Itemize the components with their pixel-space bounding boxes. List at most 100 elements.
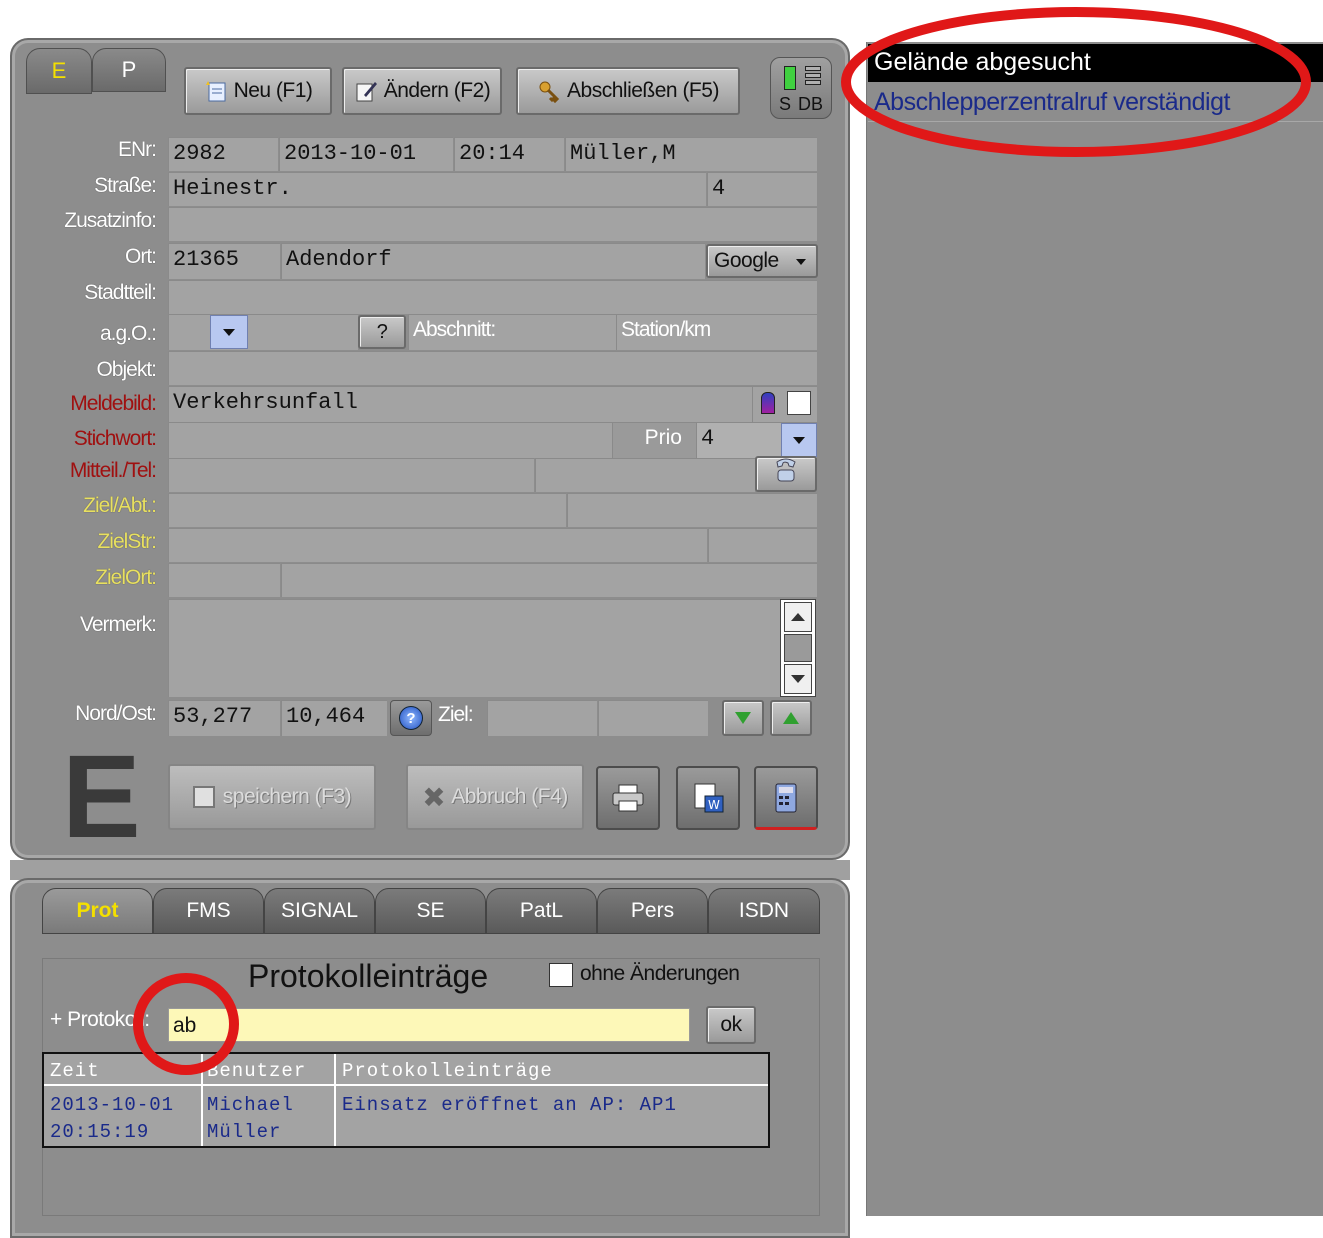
tab-se-label: SE (416, 899, 445, 922)
suggestion-label: Abschlepperzentralruf verständigt (874, 88, 1230, 116)
vermerk-scrollbar[interactable] (780, 599, 816, 697)
status-indicator: S DB (770, 57, 832, 119)
ziel-coord-label: Ziel: (438, 703, 474, 726)
protocol-input[interactable]: ab (168, 1008, 690, 1042)
mitteiler-field[interactable] (168, 458, 534, 492)
label-stadtteil: Stadtteil: (84, 281, 157, 304)
form-labels: ENr: Straße: Zusatzinfo: Ort: Stadtteil:… (30, 0, 157, 740)
prio-label: Prio (644, 426, 682, 449)
zielstr-field[interactable] (168, 528, 707, 562)
table-row[interactable]: 2013-10-01 20:15:19 Michael Müller Einsa… (44, 1088, 768, 1146)
label-nord-ost: Nord/Ost: (75, 702, 157, 725)
edit-button[interactable]: Ändern (F2) (342, 67, 502, 115)
station-field[interactable]: Station/km (616, 314, 817, 350)
tab-signal[interactable]: SIGNAL (264, 888, 375, 934)
tab-isdn[interactable]: ISDN (708, 888, 820, 934)
ziel-field[interactable] (168, 493, 566, 527)
ziel-house-number-field[interactable] (708, 528, 817, 562)
row-entry: Einsatz eröffnet an AP: AP1 (342, 1094, 677, 1116)
column-header-protokoll: Protokolleinträge (342, 1060, 553, 1082)
ago-field[interactable] (168, 314, 358, 350)
ok-label: ok (720, 1013, 742, 1036)
svg-text:W: W (708, 798, 720, 812)
tab-pers[interactable]: Pers (597, 888, 708, 934)
question-label: ? (376, 320, 388, 343)
ziel-nord-field[interactable] (487, 700, 597, 736)
tab-se[interactable]: SE (375, 888, 486, 934)
ziel-ost-field[interactable] (598, 700, 708, 736)
print-button[interactable] (596, 766, 660, 830)
vermerk-textarea[interactable] (168, 599, 780, 697)
label-zusatzinfo: Zusatzinfo: (64, 209, 157, 232)
meldebild-checkbox[interactable] (787, 391, 811, 415)
tab-pers-label: Pers (630, 899, 675, 922)
scroll-up-icon[interactable] (784, 602, 812, 632)
ago-dropdown-button[interactable] (210, 315, 248, 349)
db-status-icon (805, 66, 821, 92)
map-provider-select[interactable]: Google (706, 244, 818, 278)
suggestion-item[interactable]: Abschlepperzentralruf verständigt (868, 82, 1323, 122)
abschnitt-field[interactable]: Abschnitt: (408, 314, 616, 350)
stichwort-field[interactable] (168, 422, 612, 458)
abschnitt-label: Abschnitt: (413, 318, 496, 341)
prio-dropdown-button[interactable] (781, 423, 817, 457)
column-header-benutzer: Benutzer (207, 1060, 307, 1082)
close-incident-button[interactable]: Abschließen (F5) (516, 67, 740, 115)
coordinates-help-icon[interactable]: ? (390, 700, 432, 736)
keys-icon (537, 79, 561, 104)
enr-field[interactable]: 2982 (168, 137, 278, 171)
mode-letter: E (62, 731, 141, 863)
protocol-input-label: + Protokoll: (50, 1008, 150, 1031)
tab-prot[interactable]: Prot (42, 888, 153, 934)
time-field[interactable]: 20:14 (454, 137, 564, 171)
cancel-x-icon: ✖ (422, 781, 446, 813)
ziel-zip-field[interactable] (168, 563, 280, 597)
protocol-ok-button[interactable]: ok (706, 1006, 756, 1044)
street-field[interactable]: Heinestr. (168, 172, 706, 206)
meldebild-field[interactable]: Verkehrsunfall (168, 386, 752, 422)
zusatzinfo-field[interactable] (168, 207, 817, 241)
tab-signal-label: SIGNAL (280, 899, 359, 922)
label-stichwort: Stichwort: (73, 427, 157, 450)
label-ort: Ort: (125, 245, 157, 268)
tab-fms[interactable]: FMS (153, 888, 264, 934)
objekt-field[interactable] (168, 351, 817, 385)
scroll-down-icon[interactable] (784, 664, 812, 694)
calculator-button[interactable] (754, 766, 818, 830)
house-number-field[interactable]: 4 (707, 172, 817, 206)
s-status-label: S (779, 94, 792, 114)
tab-patl[interactable]: PatL (486, 888, 597, 934)
abteilung-field[interactable] (567, 493, 817, 527)
scroll-thumb[interactable] (784, 634, 812, 662)
nord-field[interactable]: 53,277 (168, 700, 280, 736)
city-field[interactable]: Adendorf (281, 243, 705, 279)
new-button[interactable]: Neu (F1) (184, 67, 332, 115)
ziel-city-field[interactable] (281, 563, 817, 597)
table-header: Zeit Benutzer Protokolleinträge (44, 1054, 768, 1086)
suggestion-label: Gelände abgesucht (874, 48, 1091, 76)
cancel-button[interactable]: ✖ Abbruch (F4) (406, 764, 584, 830)
export-word-button[interactable]: W (676, 766, 740, 830)
zip-field[interactable]: 21365 (168, 243, 280, 279)
chevron-down-icon (793, 436, 805, 444)
telefon-field[interactable] (535, 458, 755, 492)
user-field[interactable]: Müller,M (565, 137, 817, 171)
move-up-button[interactable] (770, 700, 812, 736)
ost-field[interactable]: 10,464 (281, 700, 387, 736)
save-button[interactable]: speichern (F3) (168, 764, 376, 830)
calculator-icon (775, 783, 797, 812)
phone-button[interactable] (755, 456, 817, 492)
suggestion-item-selected[interactable]: Gelände abgesucht (868, 44, 1323, 82)
ago-help-button[interactable]: ? (358, 315, 406, 349)
cancel-button-label: Abbruch (F4) (451, 785, 568, 808)
chevron-down-icon (223, 328, 235, 336)
no-changes-label: ohne Änderungen (580, 962, 740, 985)
tab-fms-label: FMS (186, 899, 231, 922)
move-down-button[interactable] (722, 700, 764, 736)
stadtteil-field[interactable] (168, 280, 817, 314)
floppy-icon (192, 786, 215, 808)
panel-separator (10, 860, 850, 880)
no-changes-checkbox[interactable] (549, 963, 573, 987)
date-field[interactable]: 2013-10-01 (279, 137, 453, 171)
new-document-icon (204, 79, 228, 103)
